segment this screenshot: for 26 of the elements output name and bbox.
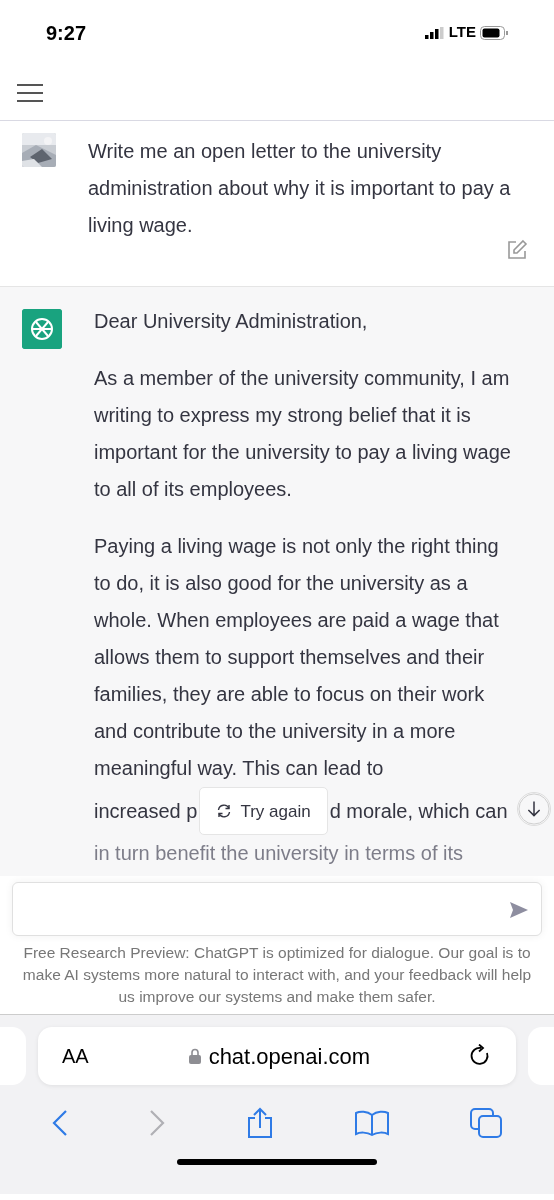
scroll-down-icon[interactable] (517, 792, 551, 826)
battery-icon (480, 25, 508, 40)
edit-icon[interactable] (506, 239, 528, 261)
address-bar[interactable]: AA chat.openai.com (38, 1027, 516, 1085)
message-text: in turn benefit the university in terms of its (94, 841, 465, 866)
book-icon[interactable] (354, 1110, 389, 1136)
message-text: increased p (94, 798, 198, 824)
logo-icon (22, 309, 62, 349)
back-icon[interactable] (52, 1109, 69, 1137)
refresh-icon (216, 803, 233, 819)
text-size-button[interactable]: AA (62, 1041, 89, 1071)
send-icon[interactable] (509, 901, 529, 919)
clock: 9:27 (46, 20, 87, 46)
message-text: Write me an open letter to the university administration about why it is important to pay a living wage. (88, 139, 512, 238)
message-paragraph: As a member of the university community, I am writing to express my strong belief that it is important for the university to pay a living wage to all of its employees. (94, 366, 512, 502)
lock-icon (188, 1048, 201, 1064)
message-paragraph: Dear University Administration, (94, 309, 369, 334)
try-again-button[interactable]: Try again (199, 787, 328, 835)
share-icon[interactable] (246, 1107, 274, 1139)
message-field[interactable] (12, 882, 542, 936)
signal-icon (424, 26, 445, 39)
url-text: chat.openai.com (208, 1042, 371, 1071)
message-text: d morale, which can (329, 798, 508, 824)
network-label: LTE (448, 22, 476, 43)
menu-icon[interactable] (16, 82, 44, 103)
tabs-icon[interactable] (469, 1108, 502, 1138)
